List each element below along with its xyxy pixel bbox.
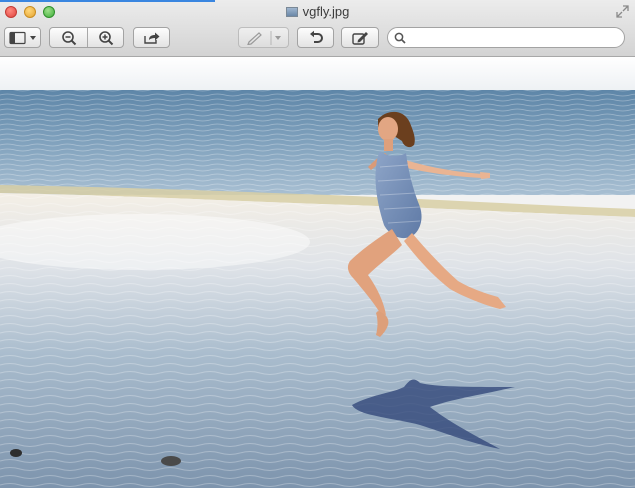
zoom-out-icon bbox=[61, 30, 76, 45]
rotate-left-icon bbox=[309, 30, 323, 43]
image-view[interactable] bbox=[0, 57, 635, 488]
search-icon bbox=[394, 32, 406, 44]
rotate-button[interactable] bbox=[297, 27, 334, 48]
beach-photo bbox=[0, 57, 635, 488]
share-icon bbox=[143, 32, 159, 44]
window-title-area: vgfly.jpg bbox=[0, 4, 635, 20]
document-icon bbox=[285, 7, 298, 17]
edit-toolbar-button[interactable] bbox=[341, 27, 379, 48]
zoom-control bbox=[49, 27, 124, 48]
tab-indicator bbox=[0, 0, 215, 2]
fullscreen-icon[interactable] bbox=[616, 5, 629, 18]
zoom-in-button[interactable] bbox=[88, 28, 124, 47]
markup-button[interactable] bbox=[238, 27, 289, 48]
search-input[interactable] bbox=[410, 29, 616, 46]
pencil-box-icon bbox=[352, 31, 368, 45]
sidebar-view-button[interactable] bbox=[4, 27, 41, 48]
pen-icon bbox=[246, 30, 281, 45]
sidebar-icon bbox=[8, 31, 36, 44]
zoom-in-icon bbox=[99, 30, 114, 45]
stone bbox=[10, 449, 22, 457]
window-title: vgfly.jpg bbox=[302, 4, 350, 19]
window-toolbar: vgfly.jpg bbox=[0, 0, 635, 57]
preview-window: vgfly.jpg bbox=[0, 0, 635, 488]
search-field[interactable] bbox=[387, 27, 625, 48]
share-button[interactable] bbox=[133, 27, 170, 48]
sky bbox=[0, 57, 635, 90]
zoom-out-button[interactable] bbox=[50, 28, 87, 47]
stone bbox=[161, 456, 181, 466]
